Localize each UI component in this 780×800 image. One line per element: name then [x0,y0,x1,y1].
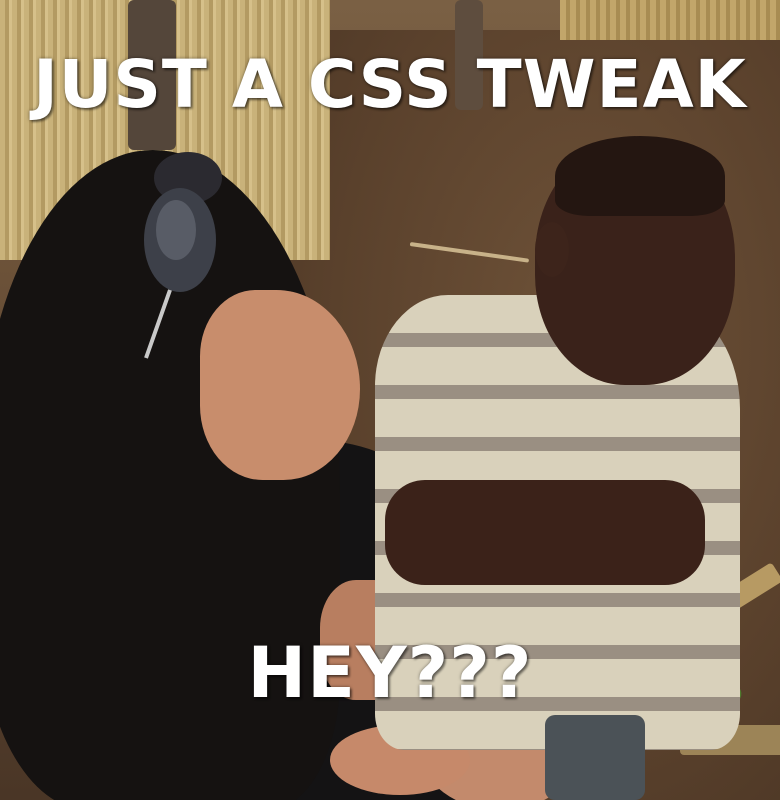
meme-image: JUST A CSS TWEAK HEY??? [0,0,780,800]
meme-bottom-caption: HEY??? [247,632,533,714]
boy-shorts [545,715,645,800]
reed-fence-right [560,0,780,40]
sunglasses-icon [144,152,222,359]
meme-top-caption: JUST A CSS TWEAK [33,46,747,123]
boy-ear [535,222,569,277]
boy-crossed-arms [385,480,705,585]
boy-hair [555,136,725,216]
